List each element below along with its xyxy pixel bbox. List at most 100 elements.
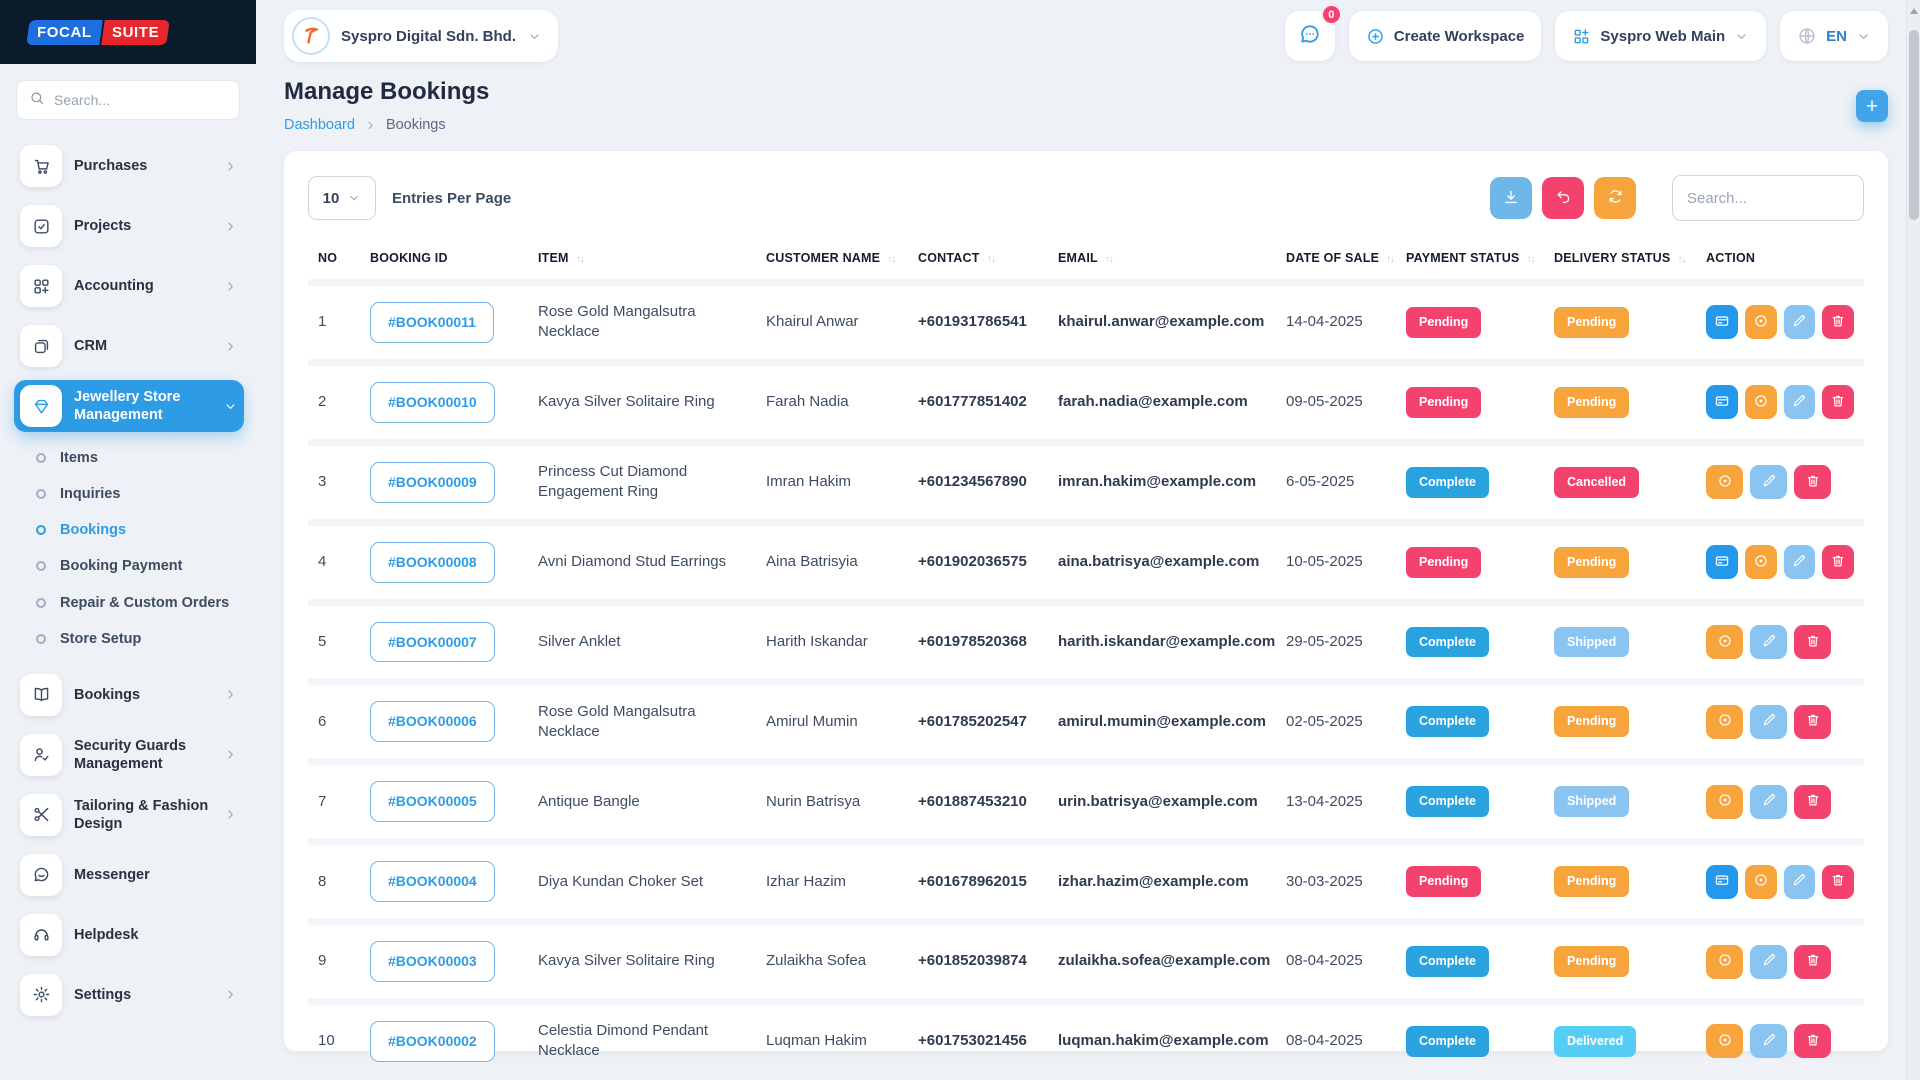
breadcrumb-link-dashboard[interactable]: Dashboard [284,117,355,133]
booking-id-link[interactable]: #BOOK00008 [370,542,495,583]
add-booking-button[interactable]: + [1856,90,1888,122]
booking-id-link[interactable]: #BOOK00007 [370,622,495,663]
column-header-date-of-sale[interactable]: DATE OF SALE↑↓ [1276,239,1396,283]
chat-icon [1298,22,1322,51]
create-workspace-button[interactable]: Create Workspace [1349,11,1542,61]
workspace-selector[interactable]: Syspro Digital Sdn. Bhd. [284,10,558,62]
view-action-button[interactable] [1706,1024,1743,1058]
column-header-payment-status[interactable]: PAYMENT STATUS↑↓ [1396,239,1544,283]
language-selector[interactable]: EN [1780,11,1888,61]
payment-action-button[interactable] [1706,545,1738,579]
sidebar-item-accounting[interactable]: Accounting [14,260,244,312]
edit-action-button[interactable] [1784,385,1816,419]
messages-button[interactable]: 0 [1285,11,1335,61]
view-action-button[interactable] [1745,385,1777,419]
booking-id-link[interactable]: #BOOK00002 [370,1021,495,1062]
view-action-button[interactable] [1706,785,1743,819]
payment-action-button[interactable] [1706,865,1738,899]
sort-icon[interactable]: ↑↓ [987,254,995,265]
edit-action-button[interactable] [1750,465,1787,499]
bullet-icon [36,598,46,608]
booking-id-link[interactable]: #BOOK00010 [370,382,495,423]
eye-icon [1753,872,1769,891]
delete-action-button[interactable] [1794,625,1831,659]
delete-action-button[interactable] [1822,545,1854,579]
view-action-button[interactable] [1706,625,1743,659]
payment-action-button[interactable] [1706,305,1738,339]
booking-id-link[interactable]: #BOOK00006 [370,701,495,742]
sidebar-search-input[interactable] [54,92,235,108]
booking-id-link[interactable]: #BOOK00005 [370,781,495,822]
cell-item: Rose Gold Mangalsutra Necklace [528,283,756,363]
edit-action-button[interactable] [1784,305,1816,339]
sidebar-subitem-items[interactable]: Items [36,440,244,476]
sort-icon[interactable]: ↑↓ [1526,254,1534,265]
sort-icon[interactable]: ↑↓ [1105,254,1113,265]
reset-undo-button[interactable] [1542,177,1584,219]
cell-email: luqman.hakim@example.com [1048,1002,1276,1078]
pencil-icon [1791,553,1807,572]
sidebar-item-helpdesk[interactable]: Helpdesk [14,909,244,961]
delete-action-button[interactable] [1794,785,1831,819]
sidebar-item-settings[interactable]: Settings [14,969,244,1021]
delete-action-button[interactable] [1822,865,1854,899]
scrollbar-thumb[interactable] [1909,30,1919,220]
view-action-button[interactable] [1706,705,1743,739]
sort-icon[interactable]: ↑↓ [1386,254,1394,265]
delete-action-button[interactable] [1794,705,1831,739]
sidebar-subitem-label: Store Setup [60,630,141,648]
sort-icon[interactable]: ↑↓ [1677,254,1685,265]
sidebar-item-bookings[interactable]: Bookings [14,669,244,721]
refresh-button[interactable] [1594,177,1636,219]
sort-icon[interactable]: ↑↓ [887,254,895,265]
sidebar-item-crm[interactable]: CRM [14,320,244,372]
view-action-button[interactable] [1745,305,1777,339]
edit-action-button[interactable] [1750,1024,1787,1058]
export-download-button[interactable] [1490,177,1532,219]
edit-action-button[interactable] [1750,945,1787,979]
edit-action-button[interactable] [1784,545,1816,579]
sidebar-item-tailoring-fashion-design[interactable]: Tailoring & Fashion Design [14,789,244,841]
delete-action-button[interactable] [1822,385,1854,419]
table-search-input[interactable] [1672,175,1864,221]
delete-action-button[interactable] [1822,305,1854,339]
view-action-button[interactable] [1706,945,1743,979]
edit-action-button[interactable] [1750,785,1787,819]
column-header-email[interactable]: EMAIL↑↓ [1048,239,1276,283]
view-action-button[interactable] [1745,865,1777,899]
eye-icon [1717,792,1733,811]
payment-status-badge: Complete [1406,1026,1489,1057]
booking-id-link[interactable]: #BOOK00011 [370,302,494,343]
scrollbar-up-arrow[interactable] [1910,8,1918,14]
booking-id-link[interactable]: #BOOK00009 [370,462,495,503]
delete-action-button[interactable] [1794,465,1831,499]
edit-action-button[interactable] [1784,865,1816,899]
sidebar-subitem-repair-custom-orders[interactable]: Repair & Custom Orders [36,585,244,621]
sidebar-subitem-inquiries[interactable]: Inquiries [36,476,244,512]
view-action-button[interactable] [1745,545,1777,579]
delete-action-button[interactable] [1794,945,1831,979]
edit-action-button[interactable] [1750,625,1787,659]
booking-id-link[interactable]: #BOOK00004 [370,861,495,902]
payment-action-button[interactable] [1706,385,1738,419]
sidebar-item-purchases[interactable]: Purchases [14,140,244,192]
column-header-customer-name[interactable]: CUSTOMER NAME↑↓ [756,239,908,283]
entries-select[interactable]: 10 [308,176,376,220]
column-header-item[interactable]: ITEM↑↓ [528,239,756,283]
column-header-delivery-status[interactable]: DELIVERY STATUS↑↓ [1544,239,1696,283]
app-selector[interactable]: Syspro Web Main [1555,11,1766,61]
sidebar-item-projects[interactable]: Projects [14,200,244,252]
view-action-button[interactable] [1706,465,1743,499]
window-scrollbar[interactable] [1906,0,1920,1080]
delete-action-button[interactable] [1794,1024,1831,1058]
sidebar-subitem-bookings[interactable]: Bookings [36,512,244,548]
edit-action-button[interactable] [1750,705,1787,739]
sidebar-item-jewellery-store-management[interactable]: Jewellery Store Management [14,380,244,432]
sort-icon[interactable]: ↑↓ [576,254,584,265]
booking-id-link[interactable]: #BOOK00003 [370,941,495,982]
column-header-contact[interactable]: CONTACT↑↓ [908,239,1048,283]
sidebar-item-security-guards-management[interactable]: Security Guards Management [14,729,244,781]
sidebar-subitem-store-setup[interactable]: Store Setup [36,621,244,657]
sidebar-item-messenger[interactable]: Messenger [14,849,244,901]
sidebar-subitem-booking-payment[interactable]: Booking Payment [36,548,244,584]
